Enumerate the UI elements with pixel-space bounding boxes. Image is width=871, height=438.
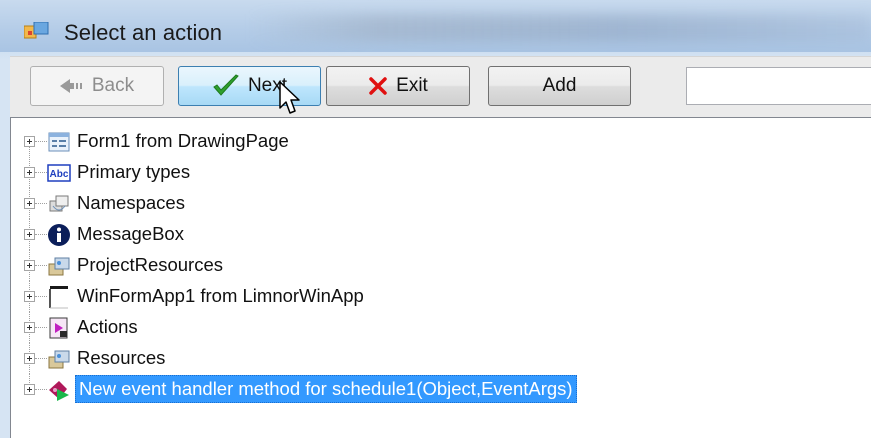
tree-item-label: Namespaces xyxy=(77,192,185,213)
info-icon xyxy=(48,224,70,246)
window-title: Select an action xyxy=(64,20,223,45)
svg-text:Abc: Abc xyxy=(50,169,69,180)
tree-item[interactable]: Actions xyxy=(11,312,871,343)
add-button-label: Add xyxy=(542,75,577,96)
exit-button[interactable]: Exit xyxy=(326,66,470,106)
tree-item[interactable]: MessageBox xyxy=(11,219,871,250)
actions-icon xyxy=(49,317,68,339)
tree-item[interactable]: Resources xyxy=(11,343,871,374)
expand-toggle-icon[interactable] xyxy=(24,198,35,209)
mouse-pointer-icon xyxy=(279,81,300,114)
expand-toggle-icon[interactable] xyxy=(24,353,35,364)
app-window-icon xyxy=(49,286,68,309)
tree-item-label: Actions xyxy=(77,316,138,337)
checkmark-icon xyxy=(213,74,239,96)
title-bar[interactable]: Select an action xyxy=(0,0,871,52)
tree-item[interactable]: Form1 from DrawingPage xyxy=(11,126,871,172)
select-action-dialog: Select an action Back Next Exit Add Form… xyxy=(0,0,871,438)
back-button[interactable]: Back xyxy=(30,66,164,106)
expand-toggle-icon[interactable] xyxy=(24,260,35,271)
resources-icon xyxy=(48,350,70,369)
abc-type-icon: Abc xyxy=(47,164,71,182)
tree-item-label: Primary types xyxy=(77,161,191,182)
event-method-icon xyxy=(49,381,69,401)
tree-item[interactable]: ProjectResources xyxy=(11,250,871,281)
expand-toggle-icon[interactable] xyxy=(24,384,35,395)
tree-item[interactable]: Abc Primary types xyxy=(11,157,871,188)
tree-item-label: WinFormApp1 from LimnorWinApp xyxy=(77,285,364,306)
form-icon xyxy=(48,132,70,152)
resources-icon xyxy=(48,257,70,276)
back-arrow-icon xyxy=(59,79,82,93)
tree-item-label: Resources xyxy=(77,347,166,368)
title-bar-glass xyxy=(250,14,871,42)
expand-toggle-icon[interactable] xyxy=(24,229,35,240)
tree-item-label: Form1 from DrawingPage xyxy=(77,130,289,151)
tree-item[interactable]: Namespaces xyxy=(11,188,871,219)
tree-item[interactable]: WinFormApp1 from LimnorWinApp xyxy=(11,281,871,312)
namespace-icon xyxy=(49,195,69,212)
toolbar: Back Next Exit Add xyxy=(10,56,871,117)
back-button-label: Back xyxy=(91,75,135,96)
action-tree[interactable]: Form1 from DrawingPage Abc Primary types… xyxy=(10,117,871,438)
app-icon xyxy=(24,22,49,39)
tree-item-selected[interactable]: New event handler method for schedule1(O… xyxy=(11,374,871,405)
close-x-icon xyxy=(369,77,387,95)
tree-item-label: MessageBox xyxy=(77,223,184,244)
expand-toggle-icon[interactable] xyxy=(24,136,35,147)
tree-item-label: ProjectResources xyxy=(77,254,224,275)
expand-toggle-icon[interactable] xyxy=(24,291,35,302)
expand-toggle-icon[interactable] xyxy=(24,167,35,178)
add-button[interactable]: Add xyxy=(488,66,631,106)
toolbar-text-field[interactable] xyxy=(686,67,871,105)
exit-button-label: Exit xyxy=(396,75,428,96)
tree-item-label: New event handler method for schedule1(O… xyxy=(75,375,577,403)
expand-toggle-icon[interactable] xyxy=(24,322,35,333)
